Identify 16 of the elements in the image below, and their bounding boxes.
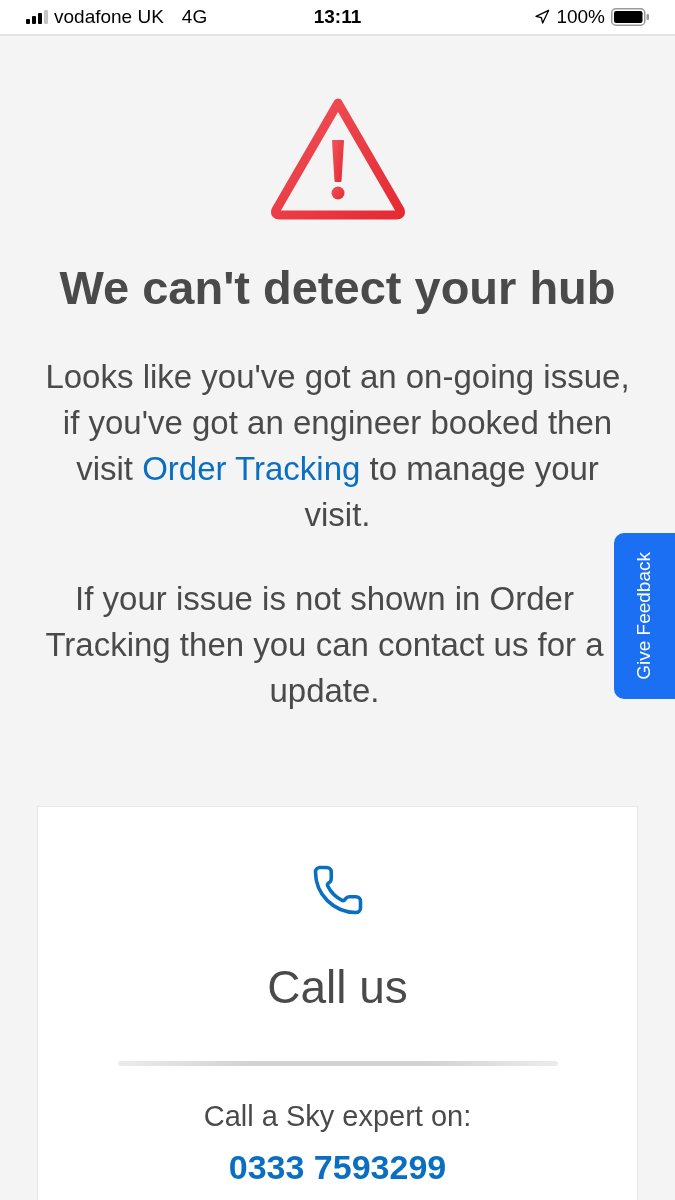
order-tracking-link[interactable]: Order Tracking xyxy=(142,450,361,487)
warning-triangle-icon xyxy=(269,96,406,220)
battery-percent: 100% xyxy=(556,4,605,29)
clock-time: 13:11 xyxy=(313,4,362,29)
signal-bars-icon xyxy=(26,10,48,24)
card-title: Call us xyxy=(267,960,408,1015)
network-type: 4G xyxy=(181,4,208,29)
info-paragraph: Looks like you've got an on-going issue, if you've got an engineer booked then visit Order Tracking to manage your visit. xyxy=(44,357,631,535)
location-arrow-icon xyxy=(534,9,551,25)
error-heading: We can't detect your hub xyxy=(59,260,616,316)
phone-number-link[interactable]: 0333 7593299 xyxy=(228,1148,447,1186)
info-paragraph: If your issue is not shown in Order Tracking then you can contact us for a update. xyxy=(44,579,605,711)
call-prompt: Call a Sky expert on: xyxy=(203,1099,472,1134)
battery-icon xyxy=(611,8,649,26)
carrier-name: vodafone UK xyxy=(54,4,164,29)
give-feedback-tab[interactable]: Give Feedback xyxy=(614,533,675,699)
